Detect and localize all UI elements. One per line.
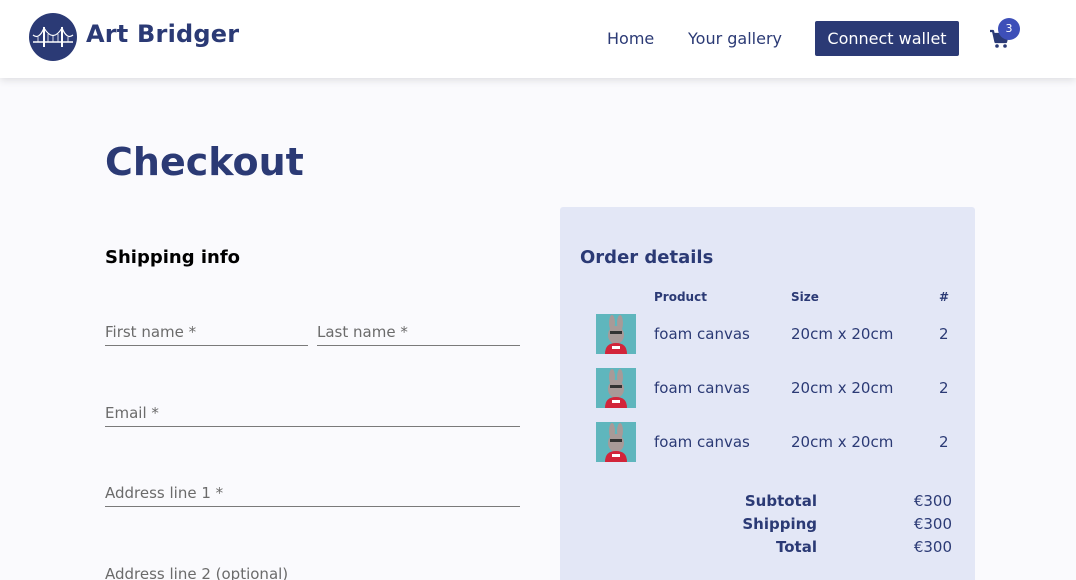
order-item-row: foam canvas 20cm x 20cm 2 (560, 422, 975, 462)
column-header-size: Size (791, 290, 819, 304)
order-details-panel: Order details Product Size # foam canvas… (560, 207, 975, 580)
email-field[interactable] (105, 399, 520, 427)
item-count: 2 (939, 379, 949, 397)
address-line-2-field[interactable] (105, 560, 520, 580)
nav-home-link[interactable]: Home (607, 29, 654, 48)
top-navbar: Art Bridger Home Your gallery Connect wa… (0, 0, 1076, 78)
product-thumbnail (596, 368, 636, 408)
shipping-label: Shipping (742, 515, 817, 533)
address-line-1-field[interactable] (105, 479, 520, 507)
nav-gallery-link[interactable]: Your gallery (688, 29, 782, 48)
item-count: 2 (939, 433, 949, 451)
subtotal-value: €300 (913, 492, 952, 510)
total-value: €300 (913, 538, 952, 556)
order-item-row: foam canvas 20cm x 20cm 2 (560, 368, 975, 408)
page-title: Checkout (105, 140, 304, 184)
order-item-row: foam canvas 20cm x 20cm 2 (560, 314, 975, 354)
product-thumbnail (596, 314, 636, 354)
item-size: 20cm x 20cm (791, 325, 894, 343)
connect-wallet-button[interactable]: Connect wallet (815, 21, 959, 56)
cart-count-badge: 3 (998, 18, 1020, 40)
product-thumbnail (596, 422, 636, 462)
column-header-product: Product (654, 290, 707, 304)
brand-name[interactable]: Art Bridger (86, 20, 239, 48)
item-count: 2 (939, 325, 949, 343)
subtotal-label: Subtotal (744, 492, 817, 510)
item-size: 20cm x 20cm (791, 433, 894, 451)
total-label: Total (776, 538, 817, 556)
shipping-value: €300 (913, 515, 952, 533)
shipping-info-heading: Shipping info (105, 247, 241, 268)
item-product: foam canvas (654, 325, 750, 343)
bridge-logo-icon[interactable] (29, 13, 77, 61)
item-size: 20cm x 20cm (791, 379, 894, 397)
column-header-count: # (939, 290, 950, 304)
item-product: foam canvas (654, 433, 750, 451)
first-name-field[interactable] (105, 318, 308, 346)
item-product: foam canvas (654, 379, 750, 397)
last-name-field[interactable] (317, 318, 520, 346)
order-details-heading: Order details (580, 247, 714, 268)
